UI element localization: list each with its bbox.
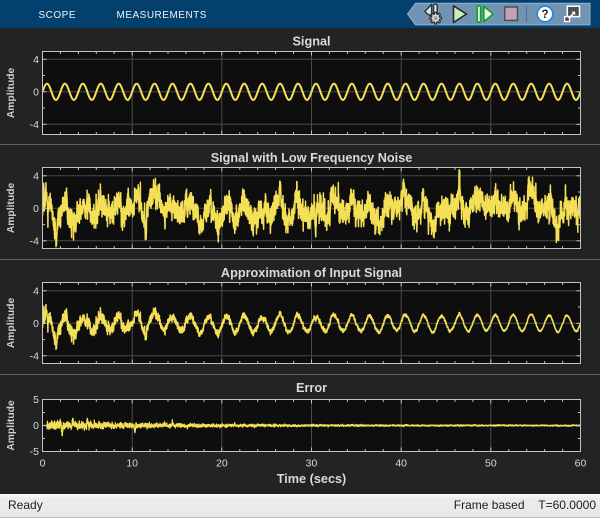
svg-text:0: 0	[33, 203, 39, 215]
svg-text:Time (secs): Time (secs)	[277, 472, 347, 486]
svg-text:SCOPE: SCOPE	[39, 10, 77, 21]
svg-text:4: 4	[33, 54, 39, 66]
svg-text:-4: -4	[30, 119, 39, 131]
svg-text:Amplitude: Amplitude	[6, 68, 17, 119]
svg-text:Signal: Signal	[292, 35, 330, 49]
svg-text:20: 20	[216, 458, 228, 470]
svg-text:50: 50	[485, 458, 497, 470]
svg-text:Amplitude: Amplitude	[6, 183, 17, 234]
svg-text:Error: Error	[296, 381, 327, 395]
svg-text:30: 30	[306, 458, 318, 470]
svg-text:0: 0	[40, 458, 46, 470]
svg-text:5: 5	[33, 394, 39, 406]
svg-text:-4: -4	[30, 236, 39, 248]
svg-text:4: 4	[33, 170, 39, 182]
svg-text:60: 60	[575, 458, 587, 470]
svg-text:Approximation of Input Signal: Approximation of Input Signal	[221, 266, 402, 280]
svg-text:0: 0	[33, 318, 39, 330]
svg-text:Amplitude: Amplitude	[6, 400, 17, 451]
svg-text:MEASUREMENTS: MEASUREMENTS	[117, 10, 207, 21]
svg-text:40: 40	[395, 458, 407, 470]
svg-text:0: 0	[33, 420, 39, 432]
svg-text:Signal with Low Frequency Nois: Signal with Low Frequency Noise	[211, 151, 413, 165]
svg-text:0: 0	[33, 87, 39, 99]
svg-text:4: 4	[33, 285, 39, 297]
svg-text:-5: -5	[30, 446, 39, 458]
svg-text:?: ?	[541, 9, 548, 21]
svg-text:-4: -4	[30, 351, 39, 363]
svg-text:10: 10	[126, 458, 138, 470]
svg-text:Amplitude: Amplitude	[6, 298, 17, 349]
